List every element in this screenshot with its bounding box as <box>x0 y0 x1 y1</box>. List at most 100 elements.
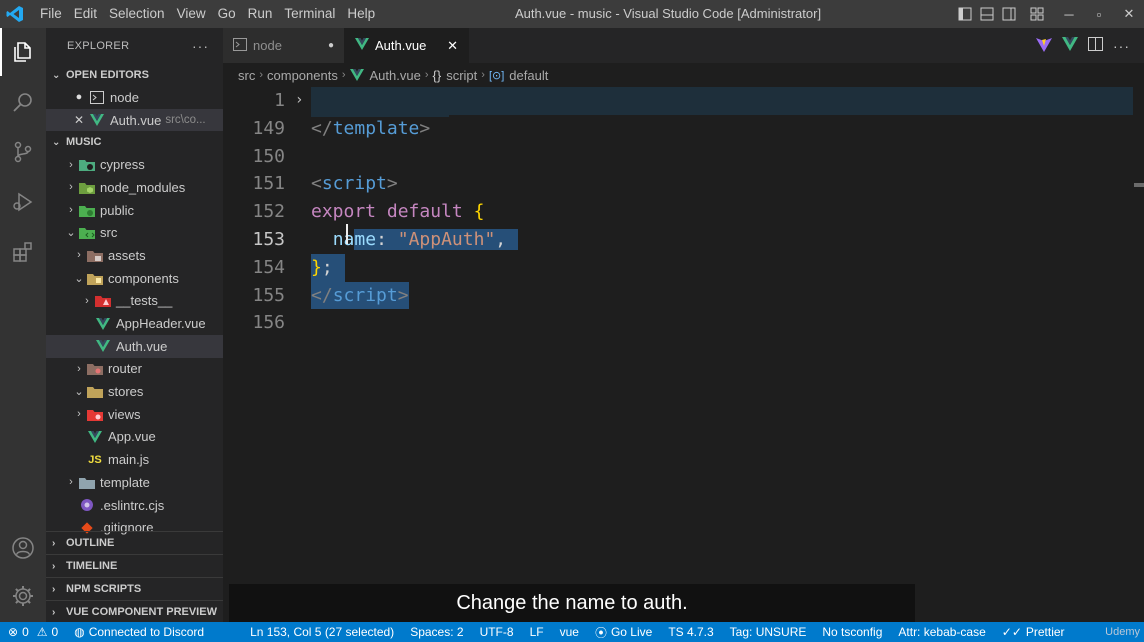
code-editor[interactable]: 1 › <template>··· 149 </template> 150 15… <box>223 87 1144 622</box>
tree-item-appheader[interactable]: AppHeader.vue <box>46 312 223 335</box>
tag-case[interactable]: Tag: UNSURE <box>722 622 815 642</box>
timeline-label: TIMELINE <box>66 560 118 572</box>
tree-item-public[interactable]: › public <box>46 199 223 222</box>
status-bar: ⊗ 0 ⚠ 0 ◍ Connected to Discord Ln 153, C… <box>0 622 1144 642</box>
language-mode[interactable]: vue <box>552 622 587 642</box>
chevron-right-icon: › <box>77 408 81 421</box>
dirty-dot-icon[interactable]: ● <box>328 40 334 51</box>
open-editor-item[interactable]: ✕ Auth.vue src\co... <box>46 108 223 132</box>
open-editor-item[interactable]: ● node <box>46 86 223 109</box>
prettier-status[interactable]: ✓✓ Prettier <box>994 622 1073 642</box>
close-window-button[interactable]: ✕ <box>1114 0 1144 28</box>
chevron-right-icon: › <box>85 294 89 307</box>
menu-file[interactable]: File <box>34 0 68 28</box>
breadcrumb-components[interactable]: components <box>267 68 338 83</box>
run-debug-icon[interactable] <box>0 178 46 226</box>
folder-components-icon <box>86 270 104 286</box>
vue-preview-section[interactable]: › VUE COMPONENT PREVIEW <box>46 600 223 622</box>
line-number: 151 <box>252 173 285 195</box>
code-text: </script> <box>311 281 409 310</box>
chevron-right-icon: › <box>69 181 73 194</box>
explorer-icon[interactable] <box>0 28 46 76</box>
breadcrumb-script[interactable]: script <box>446 68 477 83</box>
breadcrumb-file[interactable]: Auth.vue <box>370 68 421 83</box>
close-icon[interactable]: ✕ <box>72 113 86 127</box>
npm-scripts-section[interactable]: › NPM SCRIPTS <box>46 577 223 600</box>
open-editors-section[interactable]: ⌄ OPEN EDITORS <box>46 64 223 86</box>
tree-item-router[interactable]: › router <box>46 358 223 381</box>
customize-layout-icon[interactable] <box>1026 0 1048 28</box>
vue-preview-icon[interactable] <box>1062 37 1078 54</box>
breadcrumb-src[interactable]: src <box>238 68 255 83</box>
indentation[interactable]: Spaces: 2 <box>402 622 471 642</box>
search-icon[interactable] <box>0 78 46 126</box>
eslint-icon <box>78 497 96 513</box>
tree-item-tests[interactable]: › __tests__ <box>46 290 223 313</box>
tree-item-main-js[interactable]: JS main.js <box>46 448 223 471</box>
code-line: 150 <box>223 143 1133 171</box>
open-editor-path: src\co... <box>165 114 206 127</box>
code-line: 151 <script> <box>223 170 1133 198</box>
menu-go[interactable]: Go <box>212 0 242 28</box>
toggle-secondary-sidebar-icon[interactable] <box>998 0 1020 28</box>
line-number: 153 <box>252 229 285 250</box>
chevron-right-icon: › <box>69 204 73 217</box>
tree-item-label: public <box>100 202 134 218</box>
fold-chevron-icon[interactable]: › <box>295 87 303 115</box>
source-control-icon[interactable] <box>0 128 46 176</box>
tree-item-node-modules[interactable]: › node_modules <box>46 176 223 199</box>
tree-item-app-vue[interactable]: App.vue <box>46 426 223 449</box>
account-icon[interactable] <box>0 524 46 572</box>
encoding[interactable]: UTF-8 <box>472 622 522 642</box>
tree-item-components[interactable]: ⌄ components <box>46 267 223 290</box>
close-tab-icon[interactable]: ✕ <box>447 38 458 54</box>
prettier-label: Prettier <box>1025 625 1065 639</box>
problems-indicator[interactable]: ⊗ 0 ⚠ 0 <box>0 622 66 642</box>
tree-item-src[interactable]: ⌄ src <box>46 221 223 244</box>
warning-icon: ⚠ <box>36 625 48 639</box>
attr-case[interactable]: Attr: kebab-case <box>890 622 993 642</box>
end-of-line[interactable]: LF <box>522 622 552 642</box>
split-editor-icon[interactable] <box>1088 37 1103 54</box>
dirty-dot-icon[interactable]: ● <box>72 91 86 103</box>
tree-item-template[interactable]: › template <box>46 471 223 494</box>
menu-edit[interactable]: Edit <box>68 0 103 28</box>
maximize-button[interactable]: ▫ <box>1084 0 1114 28</box>
menu-terminal[interactable]: Terminal <box>278 0 341 28</box>
chevron-right-icon: › <box>424 69 429 81</box>
cursor-position[interactable]: Ln 153, Col 5 (27 selected) <box>242 622 402 642</box>
menu-run[interactable]: Run <box>242 0 279 28</box>
tree-item-stores[interactable]: ⌄ stores <box>46 380 223 403</box>
error-count: 0 <box>22 625 29 639</box>
project-section[interactable]: ⌄ MUSIC <box>46 131 223 153</box>
chevron-right-icon: › <box>259 69 264 81</box>
outline-section[interactable]: › OUTLINE <box>46 531 223 554</box>
tree-item-cypress[interactable]: › cypress <box>46 153 223 176</box>
scrollbar-thumb[interactable] <box>1134 183 1144 187</box>
tree-item-eslintrc[interactable]: .eslintrc.cjs <box>46 494 223 517</box>
more-actions-icon[interactable]: ··· <box>192 38 209 54</box>
discord-status[interactable]: ◍ Connected to Discord <box>66 622 212 642</box>
extensions-icon[interactable] <box>0 228 46 276</box>
breadcrumb-default[interactable]: default <box>509 68 548 83</box>
menu-help[interactable]: Help <box>341 0 381 28</box>
more-actions-icon[interactable]: ··· <box>1113 38 1130 54</box>
vite-icon[interactable] <box>1036 37 1052 55</box>
tree-item-views[interactable]: › views <box>46 403 223 426</box>
timeline-section[interactable]: › TIMELINE <box>46 554 223 577</box>
tree-item-auth[interactable]: Auth.vue <box>46 334 223 358</box>
tsconfig-status[interactable]: No tsconfig <box>814 622 890 642</box>
line-number: 152 <box>252 201 285 223</box>
menu-selection[interactable]: Selection <box>103 0 171 28</box>
settings-gear-icon[interactable] <box>0 572 46 620</box>
ts-version[interactable]: TS 4.7.3 <box>660 622 721 642</box>
toggle-panel-icon[interactable] <box>976 0 998 28</box>
toggle-sidebar-icon[interactable] <box>954 0 976 28</box>
tab-auth-vue[interactable]: Auth.vue ✕ <box>345 28 469 63</box>
go-live-button[interactable]: ⦿ Go Live <box>587 622 660 642</box>
minimize-button[interactable]: ─ <box>1054 0 1084 28</box>
tab-node[interactable]: node ● <box>223 28 345 63</box>
menu-view[interactable]: View <box>171 0 212 28</box>
tree-item-assets[interactable]: › assets <box>46 244 223 267</box>
js-icon: JS <box>88 453 102 466</box>
